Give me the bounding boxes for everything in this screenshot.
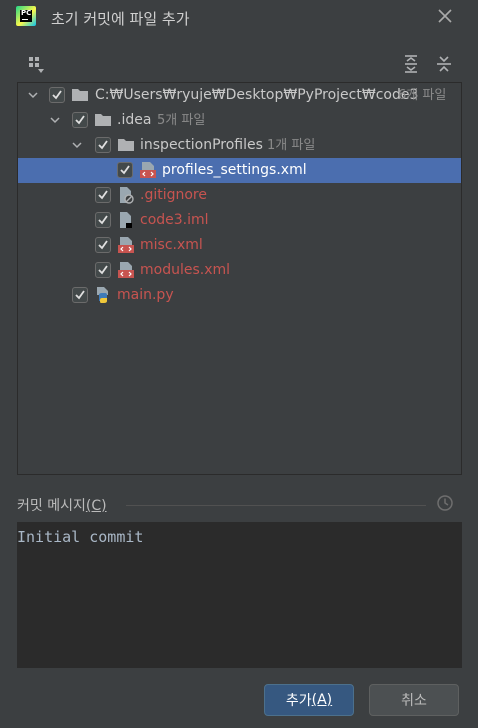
checkbox[interactable] xyxy=(49,87,65,103)
tree-row-label: C:₩Users₩ryuje₩Desktop₩PyProject₩code3 xyxy=(95,87,419,103)
file-count: 6개 파일 xyxy=(398,88,447,103)
checkbox[interactable] xyxy=(95,262,111,278)
folder-icon xyxy=(118,139,134,151)
checkbox[interactable] xyxy=(72,287,88,303)
tree-row-profiles-settings[interactable]: profiles_settings.xml xyxy=(18,158,461,183)
iml-file-icon xyxy=(120,212,132,228)
xml-file-icon xyxy=(118,237,134,253)
commit-message-label: 커밋 메시지(C) xyxy=(17,498,107,514)
window-title: 초기 커밋에 파일 추가 xyxy=(51,10,190,28)
tree-row-label: .gitignore xyxy=(140,187,207,203)
commit-history-button[interactable] xyxy=(436,494,454,512)
checkbox[interactable] xyxy=(95,237,111,253)
collapse-all-button[interactable] xyxy=(434,54,454,74)
add-button[interactable]: 추가 (A) xyxy=(264,684,354,716)
tree-row-label: misc.xml xyxy=(140,237,203,253)
group-by-icon xyxy=(29,57,44,73)
folder-icon xyxy=(95,114,111,126)
checkbox[interactable] xyxy=(95,212,111,228)
close-icon xyxy=(438,9,452,23)
group-by-button[interactable] xyxy=(27,55,47,75)
folder-icon xyxy=(72,89,88,101)
changes-tree[interactable]: C:₩Users₩ryuje₩Desktop₩PyProject₩code3 6… xyxy=(17,82,462,475)
tree-row-gitignore[interactable]: .gitignore xyxy=(18,183,461,208)
python-file-icon xyxy=(97,287,108,303)
tree-row-label: .idea xyxy=(117,112,152,128)
file-count: 1개 파일 xyxy=(267,138,316,153)
expand-all-icon xyxy=(405,55,417,73)
tree-row-idea[interactable]: .idea 5개 파일 xyxy=(18,108,461,133)
tree-row-label: inspectionProfiles xyxy=(140,137,263,153)
tree-row-root[interactable]: C:₩Users₩ryuje₩Desktop₩PyProject₩code3 6… xyxy=(18,83,461,108)
checkbox[interactable] xyxy=(95,187,111,203)
tree-row-modules-xml[interactable]: modules.xml xyxy=(18,258,461,283)
ignore-file-icon xyxy=(120,187,134,204)
chevron-down-icon[interactable] xyxy=(27,89,39,101)
close-button[interactable] xyxy=(436,7,454,25)
checkbox[interactable] xyxy=(72,112,88,128)
clock-icon xyxy=(437,495,453,511)
cancel-button[interactable]: 취소 xyxy=(369,684,459,716)
tree-row-main-py[interactable]: main.py xyxy=(18,283,461,308)
tree-row-code3-iml[interactable]: code3.iml xyxy=(18,208,461,233)
xml-file-icon xyxy=(118,262,134,278)
tree-row-label: main.py xyxy=(117,287,174,303)
tree-row-label: code3.iml xyxy=(140,212,209,228)
commit-message-input[interactable]: Initial commit xyxy=(17,522,462,668)
commit-message-text: Initial commit xyxy=(17,528,144,546)
file-count: 5개 파일 xyxy=(157,113,206,128)
pycharm-logo-icon: PC xyxy=(16,6,36,26)
tree-row-misc-xml[interactable]: misc.xml xyxy=(18,233,461,258)
expand-all-button[interactable] xyxy=(401,54,421,74)
chevron-down-icon[interactable] xyxy=(71,139,83,151)
tree-row-label: profiles_settings.xml xyxy=(162,162,307,178)
separator xyxy=(126,505,426,506)
title-bar: PC 초기 커밋에 파일 추가 xyxy=(0,0,478,38)
xml-file-icon xyxy=(140,162,156,178)
chevron-down-icon[interactable] xyxy=(49,114,61,126)
tree-row-inspectionprofiles[interactable]: inspectionProfiles 1개 파일 xyxy=(18,133,461,158)
checkbox[interactable] xyxy=(117,162,133,178)
checkbox[interactable] xyxy=(95,137,111,153)
tree-row-label: modules.xml xyxy=(140,262,231,278)
collapse-all-icon xyxy=(437,56,451,72)
